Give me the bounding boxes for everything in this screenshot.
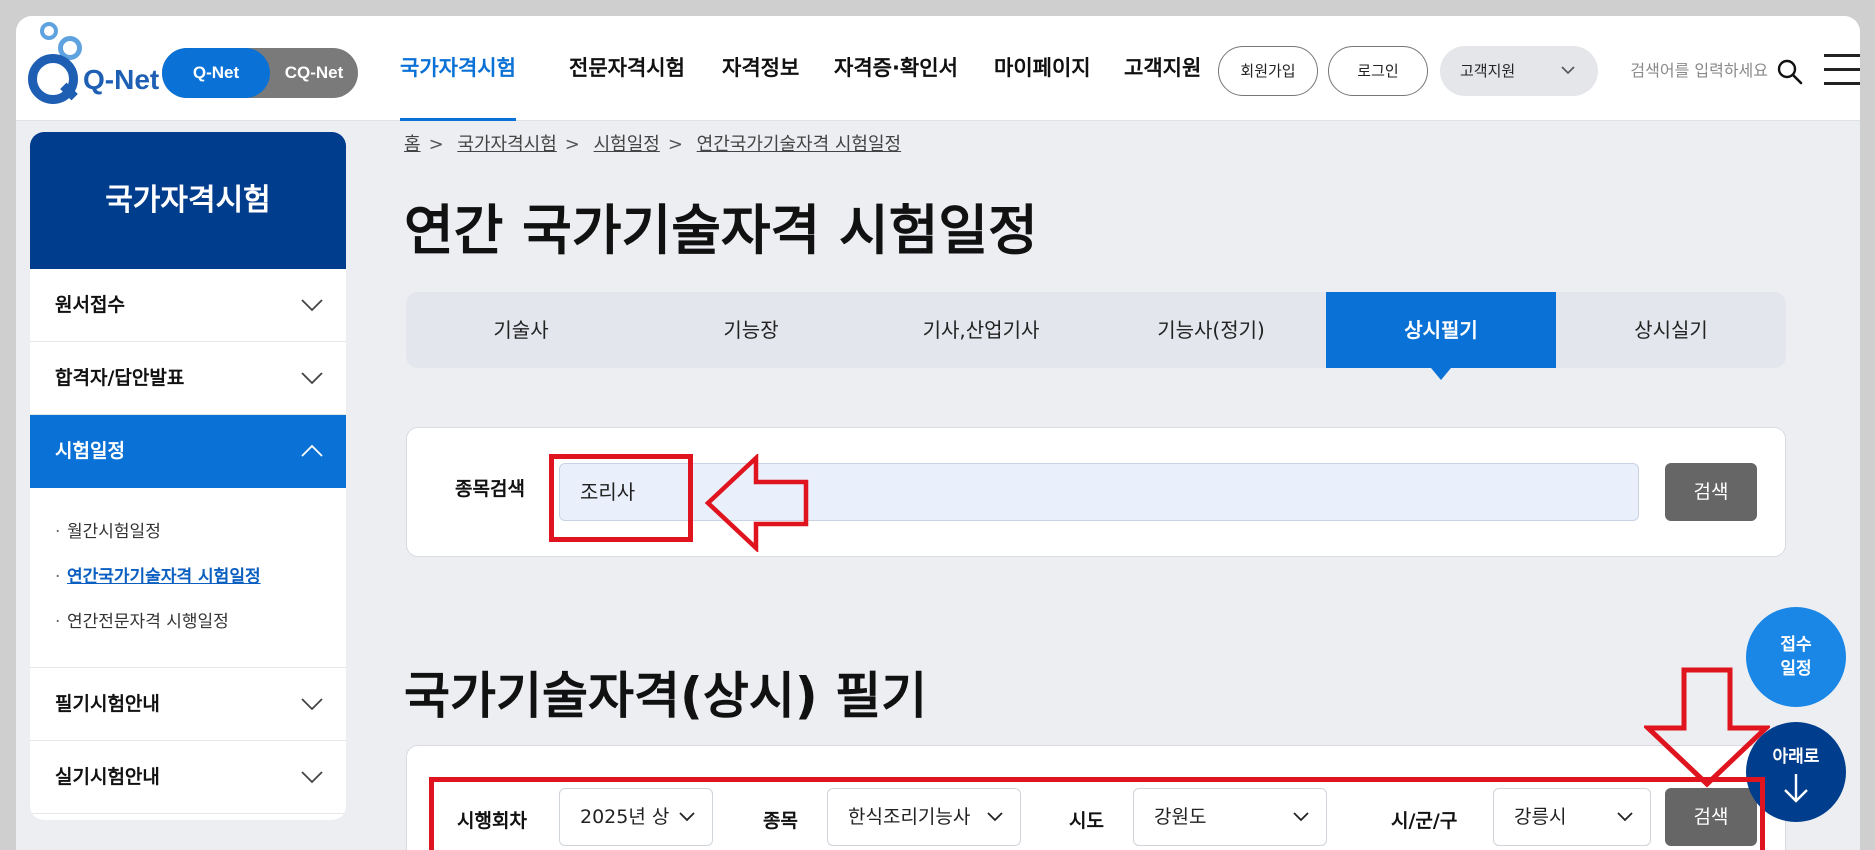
sidebar: 국가자격시험 원서접수 합격자/답안발표 시험일정 · 월간시험일정 · 연간국가기… (30, 132, 346, 820)
arrow-down-icon (1784, 774, 1808, 803)
logo-q-mark (28, 54, 78, 104)
keyword-search-button[interactable]: 검색 (1665, 463, 1757, 521)
nav-mypage[interactable]: 마이페이지 (994, 16, 1091, 121)
support-select-label: 고객지원 (1460, 62, 1516, 80)
nav-support[interactable]: 고객지원 (1124, 16, 1201, 121)
signup-button[interactable]: 회원가입 (1218, 46, 1318, 96)
browser-frame: Q-Net Q-Net CQ-Net 국가자격시험 전문자격시험 자격정보 자격… (16, 16, 1860, 850)
page-title: 연간 국가기술자격 시험일정 (404, 199, 1038, 262)
logo-text: Q-Net (83, 64, 160, 95)
sidebar-item-label: 필기시험안내 (55, 693, 160, 715)
search-icon[interactable] (1776, 58, 1804, 86)
sidebar-item-label: 시험일정 (55, 440, 125, 462)
sidebar-item-label: 원서접수 (55, 294, 125, 316)
section-title: 국가기술자격(상시) 필기 (404, 667, 928, 725)
annotation-arrow-down-icon (1644, 667, 1770, 788)
tab-continuous-written[interactable]: 상시필기 (1326, 292, 1556, 380)
qnet-logo[interactable]: Q-Net (28, 20, 160, 110)
sidebar-sub-annual-national[interactable]: · 연간국가기술자격 시험일정 (55, 555, 346, 600)
tab-continuous-practical[interactable]: 상시실기 (1556, 292, 1786, 368)
sidebar-item-label: 실기시험안내 (55, 766, 160, 788)
breadcrumb-schedule[interactable]: 시험일정 (594, 134, 660, 155)
chevron-right-icon: > (564, 134, 580, 155)
sidebar-item-practical-guide[interactable]: 실기시험안내 (30, 741, 346, 814)
login-button[interactable]: 로그인 (1328, 46, 1428, 96)
chevron-down-icon (300, 269, 324, 341)
sidebar-item-written-guide[interactable]: 필기시험안내 (30, 668, 346, 741)
breadcrumb: 홈 > 국가자격시험 > 시험일정 > 연간국가기술자격 시험일정 (404, 130, 901, 156)
chevron-down-icon (300, 668, 324, 740)
chevron-right-icon: > (667, 134, 683, 155)
site-header: Q-Net Q-Net CQ-Net 국가자격시험 전문자격시험 자격정보 자격… (16, 16, 1860, 121)
tab-craftsman-regular[interactable]: 기능사(정기) (1096, 292, 1326, 368)
highlight-box-filters (429, 777, 1765, 850)
sidebar-title: 국가자격시험 (30, 132, 346, 269)
breadcrumb-current[interactable]: 연간국가기술자격 시험일정 (697, 134, 901, 155)
nav-professional-exam[interactable]: 전문자격시험 (569, 16, 685, 121)
nav-certificate[interactable]: 자격증·확인서 (834, 16, 958, 121)
chevron-up-icon (300, 415, 324, 487)
sidebar-item-label: 합격자/답안발표 (55, 367, 185, 389)
sidebar-sub-monthly[interactable]: · 월간시험일정 (55, 510, 346, 555)
support-select[interactable]: 고객지원 (1440, 46, 1598, 96)
qnet-toggle-button[interactable]: Q-Net (162, 48, 270, 98)
sidebar-item-application[interactable]: 원서접수 (30, 269, 346, 342)
tab-engineer[interactable]: 기사,산업기사 (866, 292, 1096, 368)
site-toggle: Q-Net CQ-Net (162, 48, 358, 98)
tab-master-craftsman[interactable]: 기능장 (636, 292, 866, 368)
hamburger-menu-icon[interactable] (1824, 54, 1860, 88)
highlight-box-keyword (549, 454, 693, 542)
chevron-down-icon (300, 741, 324, 813)
logo-ring-small (40, 22, 58, 40)
breadcrumb-national-exam[interactable]: 국가자격시험 (457, 134, 556, 155)
cqnet-toggle-button[interactable]: CQ-Net (270, 48, 358, 98)
chevron-down-icon (1560, 46, 1576, 117)
breadcrumb-home[interactable]: 홈 (404, 134, 421, 155)
sidebar-item-results[interactable]: 합격자/답안발표 (30, 342, 346, 415)
tab-professional-engineer[interactable]: 기술사 (406, 292, 636, 368)
exam-type-tabs: 기술사 기능장 기사,산업기사 기능사(정기) 상시필기 상시실기 (406, 292, 1786, 380)
chevron-down-icon (300, 342, 324, 414)
header-search-input[interactable]: 검색어를 입력하세요 (1598, 46, 1768, 96)
chevron-right-icon: > (428, 134, 444, 155)
annotation-arrow-left-icon (704, 454, 809, 552)
sidebar-item-schedule[interactable]: 시험일정 (30, 415, 346, 488)
sidebar-submenu: · 월간시험일정 · 연간국가기술자격 시험일정 · 연간전문자격 시행일정 (30, 488, 346, 668)
nav-qualification-info[interactable]: 자격정보 (722, 16, 799, 121)
keyword-search-label: 종목검색 (455, 478, 525, 500)
nav-national-exam[interactable]: 국가자격시험 (400, 16, 516, 121)
sidebar-sub-annual-professional[interactable]: · 연간전문자격 시행일정 (55, 600, 346, 645)
